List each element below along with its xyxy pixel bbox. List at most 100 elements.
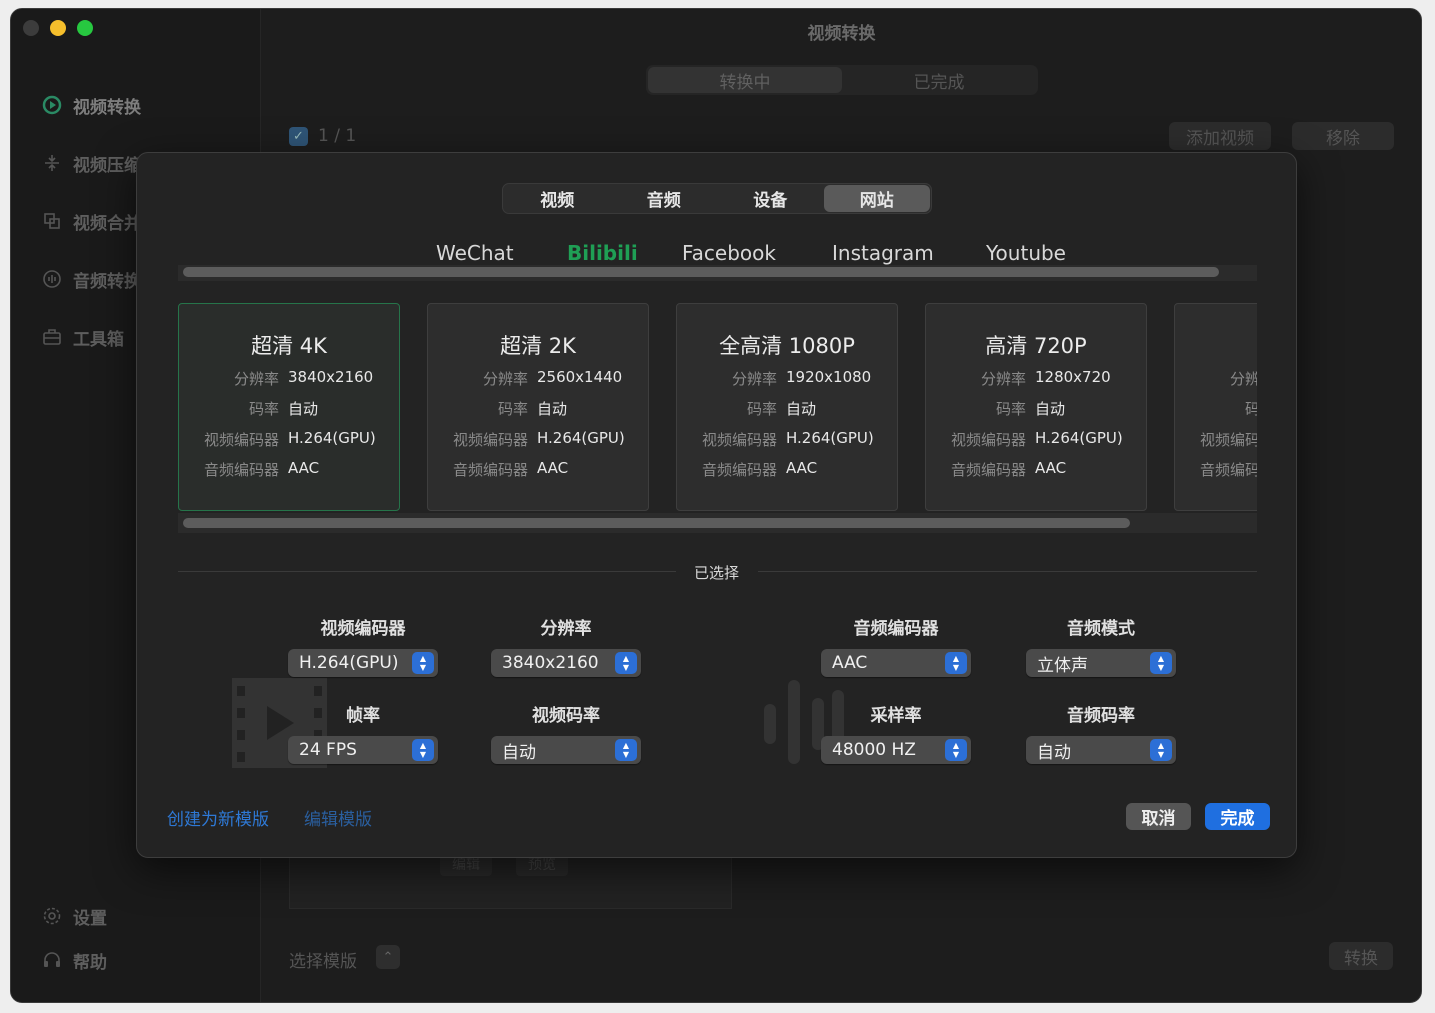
site-tab-wechat[interactable]: WeChat (436, 241, 514, 265)
sidebar-item-label: 帮助 (73, 952, 107, 973)
convert-button[interactable]: 转换 (1329, 942, 1393, 970)
site-tab-instagram[interactable]: Instagram (832, 241, 934, 265)
vbitrate-select[interactable]: 自动 ▲ ▼ (491, 736, 641, 764)
chevron-updown-icon: ▲ ▼ (615, 652, 637, 674)
bitrate-key: 码率 (1245, 398, 1257, 419)
cancel-button[interactable]: 取消 (1126, 803, 1191, 830)
select-all-checkbox[interactable]: ✓ (289, 127, 308, 146)
fps-label: 帧率 (346, 706, 380, 726)
amode-value: 立体声 (1037, 655, 1088, 676)
vcodec-value: H.264(GPU) (288, 429, 376, 447)
tab-video[interactable]: 视频 (504, 185, 611, 212)
vcodec-value: H.264(GPU) (786, 429, 874, 447)
site-tab-youtube[interactable]: Youtube (986, 241, 1066, 265)
headset-icon (41, 949, 63, 971)
sidebar-item-video-compress[interactable]: 视频压缩 (41, 149, 141, 177)
bitrate-key: 码率 (248, 400, 279, 418)
sidebar-item-label: 工具箱 (73, 329, 124, 350)
compress-icon (41, 152, 63, 174)
preset-card-1080p[interactable]: 全高清 1080P 分辨率 1920x1080 码率 自动 视频编码器 H.264(G… (676, 303, 898, 511)
create-template-link[interactable]: 创建为新模版 (167, 805, 269, 830)
vcodec-key: 视频编码器 (701, 431, 777, 449)
template-expand-button[interactable]: ⌃ (376, 945, 400, 969)
vcodec-key: 视频编码器 (452, 431, 528, 449)
category-tabs: 视频 音频 设备 网站 (502, 183, 932, 214)
acodec-key: 音频编码器 (1199, 461, 1257, 479)
edit-template-link[interactable]: 编辑模版 (304, 805, 372, 830)
preset-card-720p[interactable]: 高清 720P 分辨率 1280x720 码率 自动 视频编码器 H.264(GPU)… (925, 303, 1147, 511)
preset-card-2k[interactable]: 超清 2K 分辨率 2560x1440 码率 自动 视频编码器 H.264(GPU) … (427, 303, 649, 511)
chevron-updown-icon: ▲ ▼ (412, 652, 434, 674)
sidebar-item-label: 视频压缩 (73, 155, 141, 176)
gear-icon (41, 905, 63, 927)
chevron-updown-icon: ▲ ▼ (412, 739, 434, 761)
tab-converting[interactable]: 转换中 (648, 67, 842, 93)
acodec-key: 音频编码器 (950, 461, 1026, 479)
scrollbar-thumb[interactable] (183, 267, 1219, 277)
tab-completed[interactable]: 已完成 (842, 67, 1036, 93)
scrollbar-thumb[interactable] (183, 518, 1130, 528)
bitrate-value: 自动 (288, 400, 319, 418)
site-tab-bilibili[interactable]: Bilibili (567, 241, 638, 265)
sidebar-item-video-convert[interactable]: 视频转换 (41, 91, 141, 119)
acodec-value: AAC (1035, 459, 1067, 477)
tab-website[interactable]: 网站 (823, 185, 930, 212)
sidebar-item-label: 设置 (73, 908, 107, 929)
preset-list: 超清 4K 分辨率 3840x2160 码率 自动 视频编码器 H.264(GPU) … (178, 303, 1257, 511)
resolution-value: 1920x1080 (786, 368, 872, 386)
abitrate-select[interactable]: 自动 ▲ ▼ (1026, 736, 1176, 764)
preset-scrollbar[interactable] (178, 513, 1257, 533)
selected-section-label: 已选择 (693, 564, 739, 582)
maximize-window-button[interactable] (77, 20, 93, 36)
play-circle-icon (41, 94, 63, 116)
chevron-updown-icon: ▲ ▼ (945, 739, 967, 761)
chevron-updown-icon: ▲ ▼ (945, 652, 967, 674)
resolution-key: 分辨率 (233, 370, 279, 388)
site-tab-facebook[interactable]: Facebook (682, 241, 776, 265)
done-button[interactable]: 完成 (1205, 803, 1270, 830)
resolution-value: 3840x2160 (288, 368, 374, 386)
close-window-button[interactable] (23, 20, 39, 36)
vcodec-value: H.264(GPU) (299, 653, 399, 673)
sidebar-item-help[interactable]: 帮助 (41, 946, 107, 974)
vcodec-key: 视频编码器 (1199, 431, 1257, 449)
tab-audio[interactable]: 音频 (611, 185, 718, 212)
resolution-select[interactable]: 3840x2160 ▲ ▼ (491, 649, 641, 677)
preset-card-sd[interactable]: 标 分辨率 码率 视频编码器 音频编码器 (1174, 303, 1257, 511)
preset-title: 标 (1175, 330, 1257, 360)
remove-button[interactable]: 移除 (1292, 122, 1394, 150)
acodec-value: AAC (288, 459, 320, 477)
abitrate-value: 自动 (1037, 742, 1071, 763)
sidebar-item-video-merge[interactable]: 视频合并 (41, 207, 141, 235)
acodec-select[interactable]: AAC ▲ ▼ (821, 649, 971, 677)
resolution-label: 分辨率 (540, 619, 592, 639)
vcodec-key: 视频编码器 (950, 431, 1026, 449)
vcodec-value: H.264(GPU) (537, 429, 625, 447)
vbitrate-value: 自动 (502, 742, 536, 763)
add-video-button[interactable]: 添加视频 (1169, 122, 1271, 150)
samplerate-value: 48000 HZ (832, 740, 916, 760)
amode-select[interactable]: 立体声 ▲ ▼ (1026, 649, 1176, 677)
resolution-value: 1280x720 (1035, 368, 1111, 386)
sidebar-item-audio-convert[interactable]: 音频转换 (41, 265, 141, 293)
window-title: 视频转换 (807, 24, 876, 44)
sidebar-item-settings[interactable]: 设置 (41, 902, 107, 930)
samplerate-select[interactable]: 48000 HZ ▲ ▼ (821, 736, 971, 764)
bitrate-key: 码率 (497, 400, 528, 418)
minimize-window-button[interactable] (50, 20, 66, 36)
audio-icon (41, 268, 63, 290)
vcodec-select[interactable]: H.264(GPU) ▲ ▼ (288, 649, 438, 677)
preset-title: 超清 2K (500, 334, 576, 358)
bitrate-value: 自动 (537, 400, 568, 418)
acodec-value: AAC (786, 459, 818, 477)
format-dialog: 视频 音频 设备 网站 WeChat Bilibili Facebook Ins… (136, 152, 1297, 858)
chevron-updown-icon: ▲ ▼ (1150, 739, 1172, 761)
abitrate-label: 音频码率 (1067, 706, 1135, 726)
amode-label: 音频模式 (1067, 619, 1135, 639)
acodec-value: AAC (832, 653, 868, 673)
sidebar-item-toolbox[interactable]: 工具箱 (41, 323, 124, 351)
preset-card-4k[interactable]: 超清 4K 分辨率 3840x2160 码率 自动 视频编码器 H.264(GPU) … (178, 303, 400, 511)
site-tabs-scrollbar[interactable] (178, 265, 1257, 281)
fps-select[interactable]: 24 FPS ▲ ▼ (288, 736, 438, 764)
tab-device[interactable]: 设备 (717, 185, 824, 212)
